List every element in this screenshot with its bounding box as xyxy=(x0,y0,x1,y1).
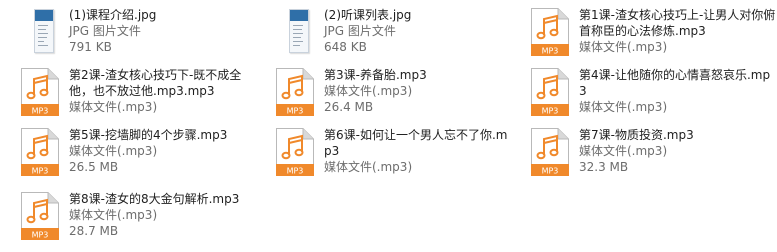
mp3-document-icon: MP3 xyxy=(276,68,314,116)
mp3-badge-label: MP3 xyxy=(287,107,304,116)
file-name: 第5课-挖墙脚的4个步骤.mp3 xyxy=(69,128,228,142)
file-name: 第4课-让他随你的心情喜怒哀乐.mp3 xyxy=(579,68,771,98)
mp3-file-icon: MP3 xyxy=(530,128,578,176)
file-type: 媒体文件(.mp3) xyxy=(324,160,413,174)
jpg-thumbnail-icon xyxy=(20,8,68,56)
mp3-badge-label: MP3 xyxy=(287,167,304,176)
mp3-file-icon: MP3 xyxy=(275,128,323,176)
file-item-lesson-4[interactable]: MP3 第4课-让他随你的心情喜怒哀乐.mp3 媒体文件(.mp3) xyxy=(530,68,776,128)
mp3-badge-label: MP3 xyxy=(32,167,49,176)
mp3-badge-label: MP3 xyxy=(32,231,49,240)
mp3-file-icon: MP3 xyxy=(20,128,68,176)
file-type: 媒体文件(.mp3) xyxy=(69,144,158,158)
file-name: (2)听课列表.jpg xyxy=(324,8,412,22)
file-item-lesson-2[interactable]: MP3 第2课-渣女核心技巧下-既不成全他，也不放过他.mp3.mp3 媒体文件… xyxy=(20,68,252,128)
file-type: 媒体文件(.mp3) xyxy=(69,208,158,222)
file-size: 32.3 MB xyxy=(579,160,629,174)
file-type: JPG 图片文件 xyxy=(69,24,141,38)
file-name: 第3课-养备胎.mp3 xyxy=(324,68,427,82)
file-item-lesson-7[interactable]: MP3 第7课-物质投资.mp3 媒体文件(.mp3) 32.3 MB xyxy=(530,128,777,188)
file-size: 26.4 MB xyxy=(324,100,374,114)
mp3-badge-label: MP3 xyxy=(542,47,559,56)
mp3-document-icon: MP3 xyxy=(531,128,569,176)
mp3-file-icon: MP3 xyxy=(20,68,68,116)
mp3-document-icon: MP3 xyxy=(21,68,59,116)
jpg-thumbnail-icon xyxy=(275,8,323,56)
file-name: (1)课程介绍.jpg xyxy=(69,8,157,22)
file-item-lesson-3[interactable]: MP3 第3课-养备胎.mp3 媒体文件(.mp3) 26.4 MB xyxy=(275,68,527,128)
file-size: 28.7 MB xyxy=(69,224,119,238)
file-name: 第1课-渣女核心技巧上-让男人对你俯首称臣的心法修炼.mp3 xyxy=(579,8,776,38)
file-item-lesson-5[interactable]: MP3 第5课-挖墙脚的4个步骤.mp3 媒体文件(.mp3) 26.5 MB xyxy=(20,128,272,188)
mp3-file-icon: MP3 xyxy=(530,68,578,116)
mp3-document-icon: MP3 xyxy=(531,8,569,56)
file-size: 791 KB xyxy=(69,40,112,54)
file-type: 媒体文件(.mp3) xyxy=(69,100,158,114)
mp3-document-icon: MP3 xyxy=(276,128,314,176)
mp3-document-icon: MP3 xyxy=(21,128,59,176)
file-name: 第6课-如何让一个男人忘不了你.mp3 xyxy=(324,128,508,158)
file-item-jpg1[interactable]: (1)课程介绍.jpg JPG 图片文件 791 KB xyxy=(20,8,272,68)
file-item-jpg2[interactable]: (2)听课列表.jpg JPG 图片文件 648 KB xyxy=(275,8,527,68)
mp3-badge-label: MP3 xyxy=(542,107,559,116)
file-name: 第8课-渣女的8大金句解析.mp3 xyxy=(69,192,240,206)
file-type: 媒体文件(.mp3) xyxy=(579,40,668,54)
file-item-lesson-6[interactable]: MP3 第6课-如何让一个男人忘不了你.mp3 媒体文件(.mp3) xyxy=(275,128,515,188)
mp3-document-icon: MP3 xyxy=(21,192,59,240)
mp3-file-icon: MP3 xyxy=(275,68,323,116)
file-name: 第2课-渣女核心技巧下-既不成全他，也不放过他.mp3.mp3 xyxy=(69,68,242,98)
mp3-file-icon: MP3 xyxy=(530,8,578,56)
file-size: 26.5 MB xyxy=(69,160,119,174)
file-type: 媒体文件(.mp3) xyxy=(324,84,413,98)
mp3-document-icon: MP3 xyxy=(531,68,569,116)
file-item-lesson-1[interactable]: MP3 第1课-渣女核心技巧上-让男人对你俯首称臣的心法修炼.mp3 媒体文件(… xyxy=(530,8,776,68)
mp3-badge-label: MP3 xyxy=(542,167,559,176)
file-type: 媒体文件(.mp3) xyxy=(579,100,668,114)
file-size: 648 KB xyxy=(324,40,367,54)
file-name: 第7课-物质投资.mp3 xyxy=(579,128,694,142)
file-item-lesson-8[interactable]: MP3 第8课-渣女的8大金句解析.mp3 媒体文件(.mp3) 28.7 MB xyxy=(20,192,272,252)
mp3-file-icon: MP3 xyxy=(20,192,68,240)
file-type: 媒体文件(.mp3) xyxy=(579,144,668,158)
mp3-badge-label: MP3 xyxy=(32,107,49,116)
file-type: JPG 图片文件 xyxy=(324,24,396,38)
